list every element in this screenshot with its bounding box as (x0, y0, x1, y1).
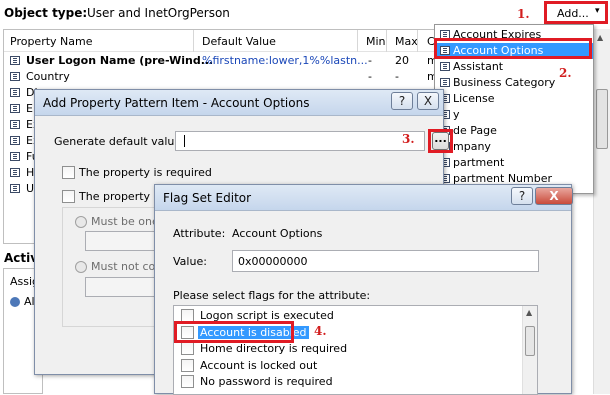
must-checkbox[interactable] (62, 190, 75, 203)
column-header-default[interactable]: Default Value (202, 35, 276, 48)
list-icon (10, 72, 20, 81)
menu-item-label: partment (453, 156, 505, 169)
menu-item[interactable]: partment (437, 155, 593, 171)
flags-scrollbar[interactable]: ▲ (522, 306, 537, 394)
min-value: - (368, 54, 372, 67)
list-icon (10, 56, 20, 65)
highlight-add-button (544, 1, 608, 24)
highlight-account-options (434, 38, 592, 59)
required-label: The property is required (79, 166, 212, 179)
highlight-account-disabled (174, 321, 294, 343)
attribute-label: Attribute: (173, 227, 226, 240)
attribute-value: Account Options (232, 227, 323, 240)
help-button[interactable]: ? (391, 92, 413, 110)
min-value: - (368, 70, 372, 83)
list-icon (440, 62, 450, 71)
list-icon (10, 168, 20, 177)
flag-checkbox[interactable] (181, 358, 194, 372)
step-1: 1. (517, 7, 530, 21)
dialog-title: Flag Set Editor (163, 191, 252, 205)
required-checkbox[interactable] (62, 166, 75, 179)
value-input-text: 0x00000000 (238, 255, 308, 268)
list-icon (10, 136, 20, 145)
max-value: 20 (395, 54, 409, 67)
menu-item-label: y (453, 108, 460, 121)
flag-label: No password is required (200, 375, 333, 388)
generate-label: Generate default value: (54, 135, 185, 148)
flags-list: Logon script is executed Account is disab… (173, 305, 538, 395)
list-icon (10, 120, 20, 129)
list-icon (440, 78, 450, 87)
menu-item[interactable]: de Page (437, 123, 593, 139)
menu-item[interactable]: mpany (437, 139, 593, 155)
text-cursor (184, 135, 185, 147)
help-button[interactable]: ? (511, 187, 533, 205)
close-button[interactable]: X (417, 92, 439, 110)
list-icon (10, 104, 20, 113)
one-of-radio[interactable] (75, 216, 87, 228)
flag-item[interactable]: No password is required (176, 374, 516, 390)
dialog-title: Add Property Pattern Item - Account Opti… (43, 96, 310, 110)
flag-item[interactable]: Account is locked out (176, 358, 516, 374)
flag-item[interactable]: Home directory is required (176, 341, 516, 357)
value-label: Value: (173, 255, 207, 268)
flag-checkbox[interactable] (181, 375, 194, 388)
value-input[interactable]: 0x00000000 (232, 250, 539, 272)
menu-item[interactable]: y (437, 107, 593, 123)
flag-label: Account is locked out (200, 358, 318, 372)
table-row[interactable]: Country - - m (4, 69, 440, 85)
list-icon (10, 88, 20, 97)
flags-label: Please select flags for the attribute: (173, 289, 371, 302)
activity-item[interactable]: Al (24, 295, 35, 308)
not-contain-radio[interactable] (75, 261, 87, 273)
step-2: 2. (559, 66, 572, 80)
step-4: 4. (314, 324, 327, 338)
object-type-value: User and InetOrgPerson (87, 6, 230, 20)
main-scrollbar[interactable]: ▲ (593, 29, 610, 394)
menu-item-label: mpany (453, 140, 491, 153)
column-header-max[interactable]: Max (395, 35, 418, 48)
column-header-min[interactable]: Min (366, 35, 386, 48)
table-header: Property Name Default Value Min Max C (4, 30, 440, 52)
flag-checkbox[interactable] (181, 342, 194, 355)
list-icon (10, 184, 20, 193)
menu-item[interactable]: License (437, 91, 593, 107)
max-value: - (395, 70, 399, 83)
table-row[interactable]: User Logon Name (pre-Wind... %firstname:l… (4, 53, 440, 69)
list-icon (10, 152, 20, 161)
object-type-label: Object type: (4, 6, 88, 20)
menu-item-label: Assistant (453, 60, 504, 73)
highlight-browse-button (428, 129, 453, 153)
menu-item-label: Business Category (453, 76, 556, 89)
generate-default-input[interactable] (175, 131, 425, 151)
property-name: User Logon Name (pre-Wind... (26, 54, 214, 67)
step-3: 3. (402, 132, 415, 146)
column-header-property[interactable]: Property Name (10, 35, 93, 48)
menu-item-label: License (453, 92, 495, 105)
property-name: Country (26, 70, 70, 83)
flag-label: Home directory is required (200, 342, 348, 355)
close-button[interactable]: X (535, 187, 573, 205)
menu-item-label: de Page (453, 124, 497, 137)
default-value: %firstname:lower,1%%lastn... (202, 54, 368, 67)
user-icon (10, 297, 20, 307)
flag-set-editor-dialog: Flag Set Editor ? X Attribute: Account O… (154, 184, 573, 395)
